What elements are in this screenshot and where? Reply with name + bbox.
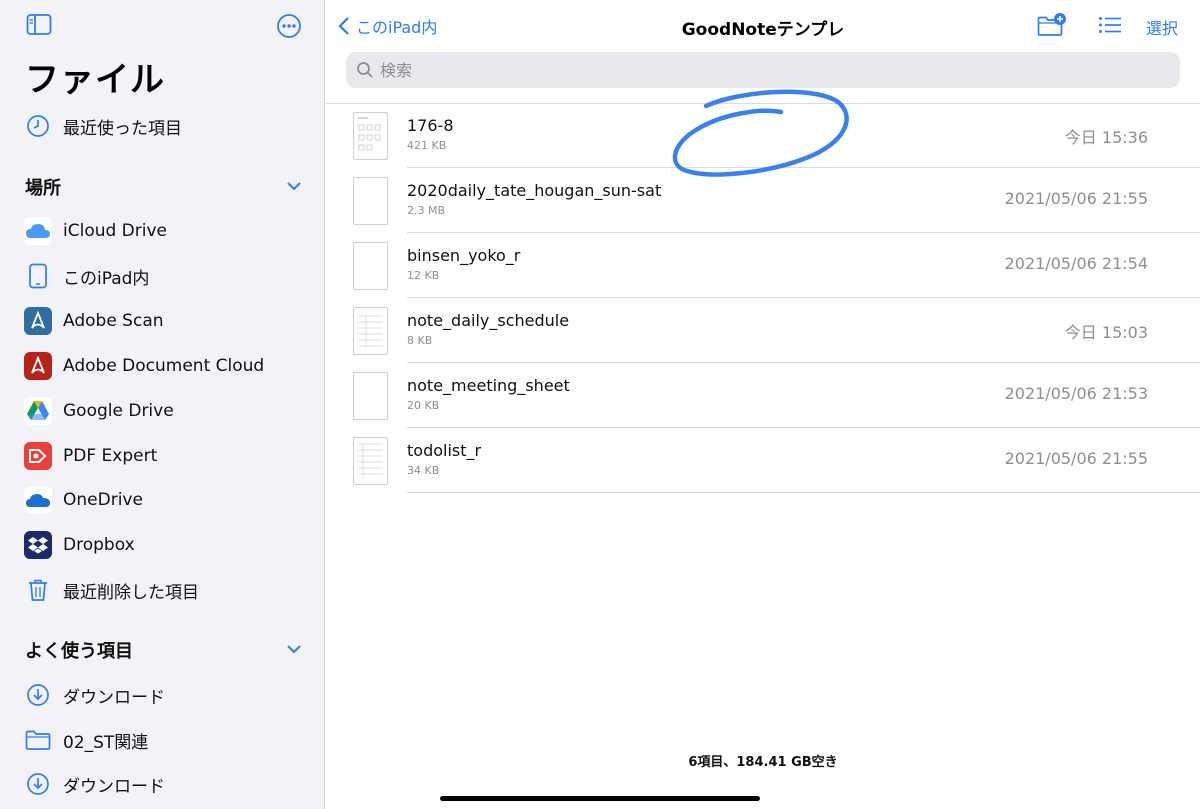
pdf-expert-icon	[24, 442, 52, 470]
download-icon	[24, 681, 52, 709]
home-indicator[interactable]	[440, 796, 760, 801]
sidebar-item-label: 02_ST関連	[63, 732, 149, 753]
more-icon[interactable]	[276, 13, 302, 39]
ipad-icon	[24, 262, 52, 290]
main-panel: このiPad内 GoodNoteテンプレ 選択 176-8 421 KB 今日 …	[326, 0, 1200, 809]
sidebar-item-adobe-scan[interactable]: Adobe Scan	[24, 305, 164, 337]
list-icon	[1099, 17, 1121, 33]
file-size: 2.3 MB	[407, 204, 446, 217]
sidebar-item-label: ダウンロード	[63, 687, 165, 708]
file-date: 2021/05/06 21:55	[1004, 189, 1148, 208]
sidebar-item-label: PDF Expert	[63, 446, 158, 466]
page-title: GoodNoteテンプレ	[681, 20, 845, 40]
sidebar-item-google-drive[interactable]: Google Drive	[24, 395, 174, 427]
chevron-down-icon[interactable]	[285, 640, 303, 658]
file-thumbnail	[353, 112, 388, 160]
file-name: binsen_yoko_r	[407, 246, 521, 265]
list-view-button[interactable]	[1098, 16, 1122, 38]
file-name: todolist_r	[407, 441, 482, 460]
file-row[interactable]: 2020daily_tate_hougan_sun-sat 2.3 MB 202…	[326, 168, 1200, 233]
select-button[interactable]: 選択	[1146, 15, 1178, 39]
file-date: 2021/05/06 21:55	[1004, 449, 1148, 468]
sidebar-item-downloads-2[interactable]: ダウンロード	[24, 768, 165, 800]
adobe-scan-icon	[24, 307, 52, 335]
file-row[interactable]: 176-8 421 KB 今日 15:36	[326, 103, 1200, 168]
file-size: 421 KB	[407, 139, 447, 152]
sidebar-item-label: 最近使った項目	[63, 118, 182, 139]
file-row[interactable]: note_meeting_sheet 20 KB 2021/05/06 21:5…	[326, 363, 1200, 428]
file-thumbnail	[353, 242, 388, 290]
clock-icon	[24, 112, 52, 140]
folder-badge-plus-icon	[1037, 13, 1066, 36]
row-divider	[407, 492, 1200, 493]
search-input[interactable]	[380, 60, 1160, 80]
file-thumbnail	[353, 307, 388, 355]
sidebar-item-label: 最近削除した項目	[63, 582, 199, 603]
sidebar-item-label: Adobe Document Cloud	[63, 356, 265, 376]
sidebar-item-label: ダウンロード	[63, 776, 165, 797]
file-size: 20 KB	[407, 399, 440, 412]
sidebar: ファイル 最近使った項目 場所 iCloud Drive このiPad内 Ado…	[0, 0, 325, 809]
search-icon	[357, 62, 373, 78]
sidebar-item-recently-deleted[interactable]: 最近削除した項目	[24, 574, 199, 606]
dropbox-icon	[24, 531, 52, 559]
file-thumbnail	[353, 372, 388, 420]
locations-header: 場所	[25, 178, 61, 199]
back-button[interactable]: このiPad内	[338, 14, 437, 38]
sidebar-item-label: Dropbox	[63, 535, 135, 555]
folder-icon	[24, 726, 52, 754]
sidebar-item-label: OneDrive	[63, 490, 143, 510]
file-thumbnail	[353, 437, 388, 485]
sidebar-item-recent[interactable]: 最近使った項目	[24, 110, 182, 142]
file-row[interactable]: binsen_yoko_r 12 KB 2021/05/06 21:54	[326, 233, 1200, 298]
sidebar-item-this-ipad[interactable]: このiPad内	[24, 260, 149, 292]
file-date: 2021/05/06 21:54	[1004, 254, 1148, 273]
adobe-document-cloud-icon	[24, 352, 52, 380]
file-date: 今日 15:36	[1064, 128, 1148, 147]
chevron-left-icon	[338, 17, 349, 35]
sidebar-item-label: Google Drive	[63, 401, 174, 421]
file-name: 2020daily_tate_hougan_sun-sat	[407, 181, 662, 200]
file-row[interactable]: note_daily_schedule 8 KB 今日 15:03	[326, 298, 1200, 363]
search-bar[interactable]	[346, 52, 1180, 88]
sidebar-item-adobe-document-cloud[interactable]: Adobe Document Cloud	[24, 350, 264, 382]
back-label: このiPad内	[356, 18, 438, 37]
sidebar-toggle-icon[interactable]	[26, 13, 52, 39]
icloud-icon	[24, 217, 52, 245]
file-date: 今日 15:03	[1064, 323, 1148, 342]
file-name: 176-8	[407, 116, 454, 135]
sidebar-title: ファイル	[25, 60, 165, 100]
chevron-down-icon[interactable]	[285, 177, 303, 195]
sidebar-item-02-st[interactable]: 02_ST関連	[24, 724, 148, 756]
file-name: note_daily_schedule	[407, 311, 570, 330]
favorites-header: よく使う項目	[25, 641, 133, 662]
google-drive-icon	[24, 397, 52, 425]
sidebar-item-pdf-expert[interactable]: PDF Expert	[24, 440, 157, 472]
sidebar-item-dropbox[interactable]: Dropbox	[24, 529, 135, 561]
file-row[interactable]: todolist_r 34 KB 2021/05/06 21:55	[326, 428, 1200, 493]
sidebar-item-label: iCloud Drive	[63, 221, 168, 241]
storage-status: 6項目、184.41 GB空き	[688, 755, 838, 770]
sidebar-item-icloud-drive[interactable]: iCloud Drive	[24, 215, 167, 247]
sidebar-item-downloads[interactable]: ダウンロード	[24, 679, 165, 711]
sidebar-item-label: Adobe Scan	[63, 311, 164, 331]
sidebar-item-label: このiPad内	[63, 268, 150, 289]
file-name: note_meeting_sheet	[407, 376, 570, 395]
file-size: 12 KB	[407, 269, 440, 282]
sidebar-item-onedrive[interactable]: OneDrive	[24, 484, 143, 516]
new-folder-button[interactable]	[1037, 12, 1067, 42]
trash-icon	[24, 576, 52, 604]
file-size: 8 KB	[407, 334, 433, 347]
file-size: 34 KB	[407, 464, 440, 477]
download-icon	[24, 770, 52, 798]
file-date: 2021/05/06 21:53	[1004, 384, 1148, 403]
onedrive-icon	[24, 486, 52, 514]
file-thumbnail	[353, 177, 388, 225]
